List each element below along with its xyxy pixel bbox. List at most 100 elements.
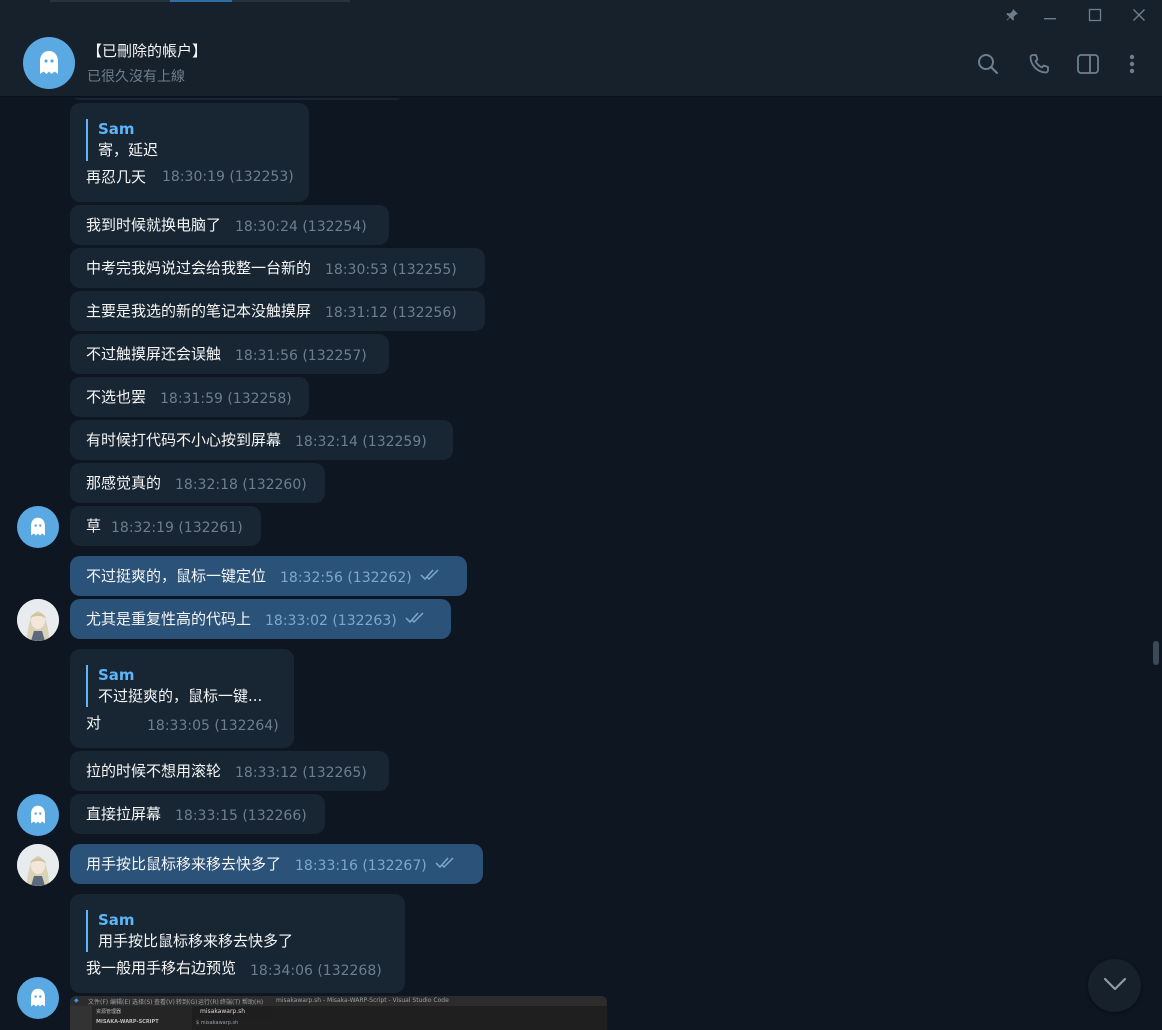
message-text: 中考完我妈说过会给我整一台新的 xyxy=(86,259,312,277)
message-time: 18:32:18 (132260) xyxy=(175,477,307,493)
vscode-titlebar: ◆ 文件(F) 编辑(E) 选择(S) 查看(V) 转到(G) 运行(R) 终端… xyxy=(70,996,607,1006)
vscode-menu-item: 转到(G) xyxy=(176,999,198,1006)
message-text: 那感觉真的 xyxy=(86,474,162,492)
message-time: 18:33:15 (132266) xyxy=(175,808,307,824)
message-time: 18:31:56 (132257) xyxy=(235,348,367,364)
tab-strip xyxy=(50,0,350,2)
chat-status: 已很久沒有上線 xyxy=(87,69,185,85)
message-text: 草 xyxy=(86,517,102,535)
previous-message-edge xyxy=(70,98,405,100)
message-text: 不选也罢 xyxy=(86,388,147,406)
message-time: 18:31:59 (132258) xyxy=(160,391,292,407)
message-text: 直接拉屏幕 xyxy=(86,805,162,823)
reply-text: 用手按比鼠标移来移去快多了 xyxy=(98,932,294,950)
message-bubble[interactable]: 草 18:32:19 (132261) xyxy=(70,506,261,546)
scroll-to-bottom-button[interactable] xyxy=(1088,959,1141,1012)
minimize-icon[interactable] xyxy=(1028,0,1072,30)
reply-quote[interactable]: Sam 寄，延迟 xyxy=(86,119,295,161)
message-text: 我到时候就换电脑了 xyxy=(86,216,222,234)
scrollbar-thumb[interactable] xyxy=(1153,641,1159,665)
message-bubble[interactable]: 我到时候就换电脑了 18:30:24 (132254) xyxy=(70,205,389,245)
vscode-menu-item: 编辑(E) xyxy=(110,999,131,1006)
message-text: 用手按比鼠标移来移去快多了 xyxy=(86,855,282,873)
message-bubble[interactable]: Sam 不过挺爽的，鼠标一键... 对 18:33:05 (132264) xyxy=(70,649,294,748)
phone-icon[interactable] xyxy=(1023,48,1055,80)
reply-text: 不过挺爽的，鼠标一键... xyxy=(98,687,263,705)
message-time: 18:32:56 (132262) xyxy=(280,570,412,586)
message-bubble[interactable]: 有时候打代码不小心按到屏幕 18:32:14 (132259) xyxy=(70,420,453,460)
reply-author: Sam xyxy=(98,120,135,138)
user-avatar[interactable] xyxy=(17,599,59,641)
message-time: 18:30:19 (132253) xyxy=(162,169,294,185)
vscode-menu-item: 终端(T) xyxy=(220,999,241,1006)
message-time: 18:33:12 (132265) xyxy=(235,765,367,781)
search-icon[interactable] xyxy=(972,48,1004,80)
vscode-window-title: misakawarp.sh - Misaka-WARP-Script - Vis… xyxy=(276,997,449,1004)
message-bubble[interactable]: Sam 用手按比鼠标移来移去快多了 我一般用手移右边预览 18:34:06 (13… xyxy=(70,894,405,993)
user-avatar[interactable] xyxy=(17,844,59,886)
vscode-menu-item: 文件(F) xyxy=(88,999,109,1006)
message-bubble[interactable]: 主要是我选的新的笔记本没触摸屏 18:31:12 (132256) xyxy=(70,291,485,331)
message-bubble-outgoing[interactable]: 尤其是重复性高的代码上 18:33:02 (132263) xyxy=(70,599,451,639)
chevron-down-icon xyxy=(1103,976,1127,995)
message-time: 18:32:19 (132261) xyxy=(111,520,243,536)
message-bubble[interactable]: 拉的时候不想用滚轮 18:33:12 (132265) xyxy=(70,751,389,791)
vscode-activity-bar xyxy=(70,1006,92,1030)
message-time: 18:31:12 (132256) xyxy=(325,305,457,321)
ghost-icon[interactable] xyxy=(17,977,59,1019)
scrollbar[interactable] xyxy=(1150,98,1162,1030)
message-bubble-outgoing[interactable]: 不过挺爽的，鼠标一键定位 18:32:56 (132262) xyxy=(70,556,467,596)
read-checkmarks-icon xyxy=(420,556,442,596)
message-bubble-outgoing[interactable]: 用手按比鼠标移来移去快多了 18:33:16 (132267) xyxy=(70,844,483,884)
message-time: 18:30:53 (132255) xyxy=(325,262,457,278)
reply-quote[interactable]: Sam 不过挺爽的，鼠标一键... xyxy=(86,665,280,707)
message-text: 我一般用手移右边预览 xyxy=(86,959,237,977)
reply-author: Sam xyxy=(98,911,135,929)
message-time: 18:32:14 (132259) xyxy=(295,434,427,450)
message-text: 不过触摸屏还会误触 xyxy=(86,345,222,363)
vscode-breadcrumb: $ misakawarp.sh xyxy=(196,1020,239,1026)
message-text: 对 xyxy=(86,714,102,732)
message-time: 18:34:06 (132268) xyxy=(250,963,382,979)
reply-quote[interactable]: Sam 用手按比鼠标移来移去快多了 xyxy=(86,910,391,952)
message-bubble[interactable]: 那感觉真的 18:32:18 (132260) xyxy=(70,463,325,503)
message-bubble[interactable]: 不过触摸屏还会误触 18:31:56 (132257) xyxy=(70,334,389,374)
message-bubble[interactable]: 直接拉屏幕 18:33:15 (132266) xyxy=(70,794,325,834)
message-text: 主要是我选的新的笔记本没触摸屏 xyxy=(86,302,312,320)
reply-text: 寄，延迟 xyxy=(98,141,159,159)
message-bubble[interactable]: 不选也罢 18:31:59 (132258) xyxy=(70,377,309,417)
read-checkmarks-icon xyxy=(405,599,427,639)
window-titlebar xyxy=(0,0,1162,30)
vscode-tab: misakawarp.sh xyxy=(192,1006,272,1018)
vscode-menu-item: 选择(S) xyxy=(132,999,153,1006)
vscode-menu-item: 运行(R) xyxy=(198,999,219,1006)
ghost-icon[interactable] xyxy=(17,506,59,548)
ghost-icon[interactable] xyxy=(17,794,59,836)
vscode-menu-item: 帮助(H) xyxy=(242,999,264,1006)
read-checkmarks-icon xyxy=(435,844,457,884)
message-time: 18:33:16 (132267) xyxy=(295,858,427,874)
more-icon[interactable] xyxy=(1116,48,1148,80)
chat-title[interactable]: 【已刪除的帳户】 xyxy=(87,40,207,61)
chat-header: 【已刪除的帳户】 已很久沒有上線 xyxy=(0,30,1162,97)
close-icon[interactable] xyxy=(1117,0,1161,30)
message-text: 有时候打代码不小心按到屏幕 xyxy=(86,431,282,449)
message-time: 18:33:02 (132263) xyxy=(265,613,397,629)
sidebar-toggle-icon[interactable] xyxy=(1072,48,1104,80)
maximize-icon[interactable] xyxy=(1073,0,1117,30)
message-time: 18:33:05 (132264) xyxy=(147,718,279,734)
message-list[interactable]: Sam 寄，延迟 再忍几天 18:30:19 (132253) 我到时候就换电脑了… xyxy=(0,98,1148,1030)
vscode-menu-item: 查看(V) xyxy=(154,999,175,1006)
tab-strip-active xyxy=(170,0,232,2)
message-bubble[interactable]: Sam 寄，延迟 再忍几天 18:30:19 (132253) xyxy=(70,103,309,202)
message-text: 再忍几天 xyxy=(86,168,147,186)
message-bubble[interactable]: 中考完我妈说过会给我整一台新的 18:30:53 (132255) xyxy=(70,248,485,288)
vscode-logo-icon: ◆ xyxy=(74,997,79,1004)
vscode-explorer-title: 资源管理器 xyxy=(96,1009,122,1015)
message-text: 不过挺爽的，鼠标一键定位 xyxy=(86,567,267,585)
message-time: 18:30:24 (132254) xyxy=(235,219,367,235)
image-message[interactable]: ◆ 文件(F) 编辑(E) 选择(S) 查看(V) 转到(G) 运行(R) 终端… xyxy=(70,996,607,1030)
ghost-icon[interactable] xyxy=(23,37,75,89)
message-text: 拉的时候不想用滚轮 xyxy=(86,762,222,780)
reply-author: Sam xyxy=(98,666,135,684)
